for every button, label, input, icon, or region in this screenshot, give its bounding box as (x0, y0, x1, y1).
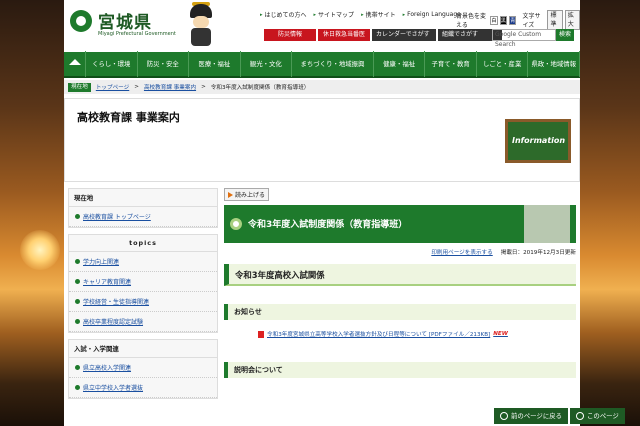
notice-heading: お知らせ (224, 304, 576, 320)
home-icon[interactable] (64, 51, 86, 77)
division-title: 高校教育課 事業案内 (77, 111, 180, 124)
top-link-first-visit[interactable]: はじめての方へ (260, 10, 307, 19)
information-board-image: Information (505, 119, 571, 163)
sidebar-topics-box: topics 学力向上関連 キャリア教育関連 学校経営・生徒指導関連 高校卒業程… (68, 234, 218, 333)
global-nav: くらし・環境 防災・安全 医療・福祉 観光・文化 まちづくり・地域振興 健康・福… (64, 51, 580, 78)
sidebar-location-box: 現在地 高校教育課 トップページ (68, 188, 218, 228)
gnav-item-industry[interactable]: しごと・産業 (477, 51, 529, 77)
up-arrow-icon (576, 412, 584, 420)
site-search: Google Custom Search 検索 (492, 29, 575, 48)
sidebar-item-division-top[interactable]: 高校教育課 トップページ (69, 207, 217, 227)
pdf-document-link[interactable]: 令和3年度宮城県立高等学校入学者選抜方針及び日程等について [PDFファイル／2… (224, 330, 576, 338)
gnav-item-living[interactable]: くらし・環境 (86, 51, 138, 77)
print-page-link[interactable]: 印刷用ページを表示する (431, 248, 492, 256)
floating-nav-bar: 前のページに戻る このページ (494, 408, 625, 424)
breadcrumb: 現在地 トップページ > 高校教育課 事業案内 > 令和3年度入試制度関係（教育… (64, 80, 580, 94)
sidebar-exam-heading: 入試・入学関連 (69, 340, 217, 358)
sidebar-exam-box: 入試・入学関連 県立高校入学関連 県立中学校入学者選抜 (68, 339, 218, 399)
mascot-image (186, 2, 216, 48)
accessibility-bar: 背景色を変える 白 黒 青 文字サイズ 標準 拡大 (456, 10, 581, 30)
top-link-foreign-language[interactable]: Foreign Language (403, 10, 461, 19)
gnav-item-government[interactable]: 県政・地域情報 (528, 51, 580, 77)
briefing-heading: 説明会について (224, 362, 576, 378)
text-large-button[interactable]: 拡大 (564, 10, 581, 30)
swatch-blue-button[interactable]: 青 (509, 15, 517, 25)
prefecture-logo-icon[interactable] (70, 10, 92, 32)
calendar-search-button[interactable]: カレンダーでさがす (372, 29, 436, 41)
bg-color-label: 背景色を変える (456, 13, 487, 29)
top-link-sitemap[interactable]: サイトマップ (314, 10, 354, 19)
search-input[interactable]: Google Custom Search (492, 29, 556, 48)
gnav-item-tourism[interactable]: 観光・文化 (241, 51, 293, 77)
gnav-item-safety[interactable]: 防災・安全 (138, 51, 190, 77)
posted-date: 掲載日：2019年12月3日更新 (500, 250, 576, 256)
sidebar-item-academic[interactable]: 学力向上関連 (69, 252, 217, 272)
read-aloud-label: 読み上げる (235, 192, 266, 199)
breadcrumb-link-division[interactable]: 高校教育課 事業案内 (144, 83, 196, 91)
top-utility-nav: はじめての方へ サイトマップ 携帯サイト Foreign Language (260, 10, 461, 19)
text-standard-button[interactable]: 標準 (547, 10, 563, 30)
title-decoration-image (524, 205, 570, 243)
page-top-label: このページ (587, 412, 619, 420)
sidebar: 現在地 高校教育課 トップページ topics 学力向上関連 キャリア教育関連 … (68, 188, 218, 405)
back-arrow-icon (500, 412, 508, 420)
speaker-icon (228, 191, 233, 198)
read-aloud-button[interactable]: 読み上げる (224, 188, 270, 201)
site-header: 宮城県 Miyagi Prefectural Government はじめての方… (64, 0, 581, 52)
search-button[interactable]: 検索 (556, 29, 575, 41)
back-to-previous-button[interactable]: 前のページに戻る (494, 408, 568, 424)
title-circle-icon (230, 218, 242, 230)
background-sun (20, 230, 60, 270)
gnav-item-medical[interactable]: 医療・福祉 (189, 51, 241, 77)
gnav-item-health[interactable]: 健康・福祉 (374, 51, 426, 77)
page-title: 令和3年度入試制度関係（教育指導班） (248, 220, 408, 230)
quick-buttons: 防災情報 休日救急当番医 カレンダーでさがす 組織でさがす (264, 29, 502, 41)
top-link-mobile[interactable]: 携帯サイト (361, 10, 396, 19)
main-content: 読み上げる 令和3年度入試制度関係（教育指導班） 印刷用ページを表示する 掲載日… (224, 188, 576, 378)
sidebar-item-career[interactable]: キャリア教育関連 (69, 272, 217, 292)
sidebar-item-high-school-admission[interactable]: 県立高校入学関連 (69, 358, 217, 378)
information-board-text: Information (512, 136, 566, 145)
page-meta: 印刷用ページを表示する 掲載日：2019年12月3日更新 (224, 248, 576, 256)
swatch-white-button[interactable]: 白 (490, 15, 498, 25)
holiday-doctor-button[interactable]: 休日救急当番医 (318, 29, 370, 41)
gnav-item-community[interactable]: まちづくり・地域振興 (292, 51, 374, 77)
text-size-label: 文字サイズ (522, 13, 541, 29)
breadcrumb-current: 令和3年度入試制度関係（教育指導班） (210, 85, 310, 91)
division-banner: 高校教育課 事業案内 Information (64, 98, 580, 182)
sidebar-item-equivalency-exam[interactable]: 高校卒業程度認定試験 (69, 312, 217, 332)
sidebar-location-heading: 現在地 (69, 189, 217, 207)
swatch-black-button[interactable]: 黒 (499, 15, 508, 25)
logo-subtitle: Miyagi Prefectural Government (98, 31, 176, 37)
pdf-document-label: 令和3年度宮城県立高等学校入学者選抜方針及び日程等について [PDFファイル／2… (267, 332, 491, 338)
logo-title[interactable]: 宮城県 (98, 8, 152, 33)
breadcrumb-link-top[interactable]: トップページ (96, 83, 129, 91)
gnav-item-education[interactable]: 子育て・教育 (425, 51, 477, 77)
breadcrumb-here-label: 現在地 (68, 82, 91, 92)
disaster-info-button[interactable]: 防災情報 (264, 29, 316, 41)
section-heading: 令和3年度高校入試関係 (224, 264, 576, 286)
page-title-box: 令和3年度入試制度関係（教育指導班） (224, 205, 576, 243)
pdf-icon (258, 330, 264, 338)
sidebar-topics-heading: topics (69, 235, 217, 252)
page-top-button[interactable]: このページ (570, 408, 625, 424)
back-label: 前のページに戻る (511, 412, 562, 420)
new-badge: NEW (493, 331, 508, 337)
sidebar-item-junior-high-admission[interactable]: 県立中学校入学者選抜 (69, 378, 217, 398)
sidebar-item-school-management[interactable]: 学校経営・生徒指導関連 (69, 292, 217, 312)
page-container: 宮城県 Miyagi Prefectural Government はじめての方… (64, 0, 581, 426)
